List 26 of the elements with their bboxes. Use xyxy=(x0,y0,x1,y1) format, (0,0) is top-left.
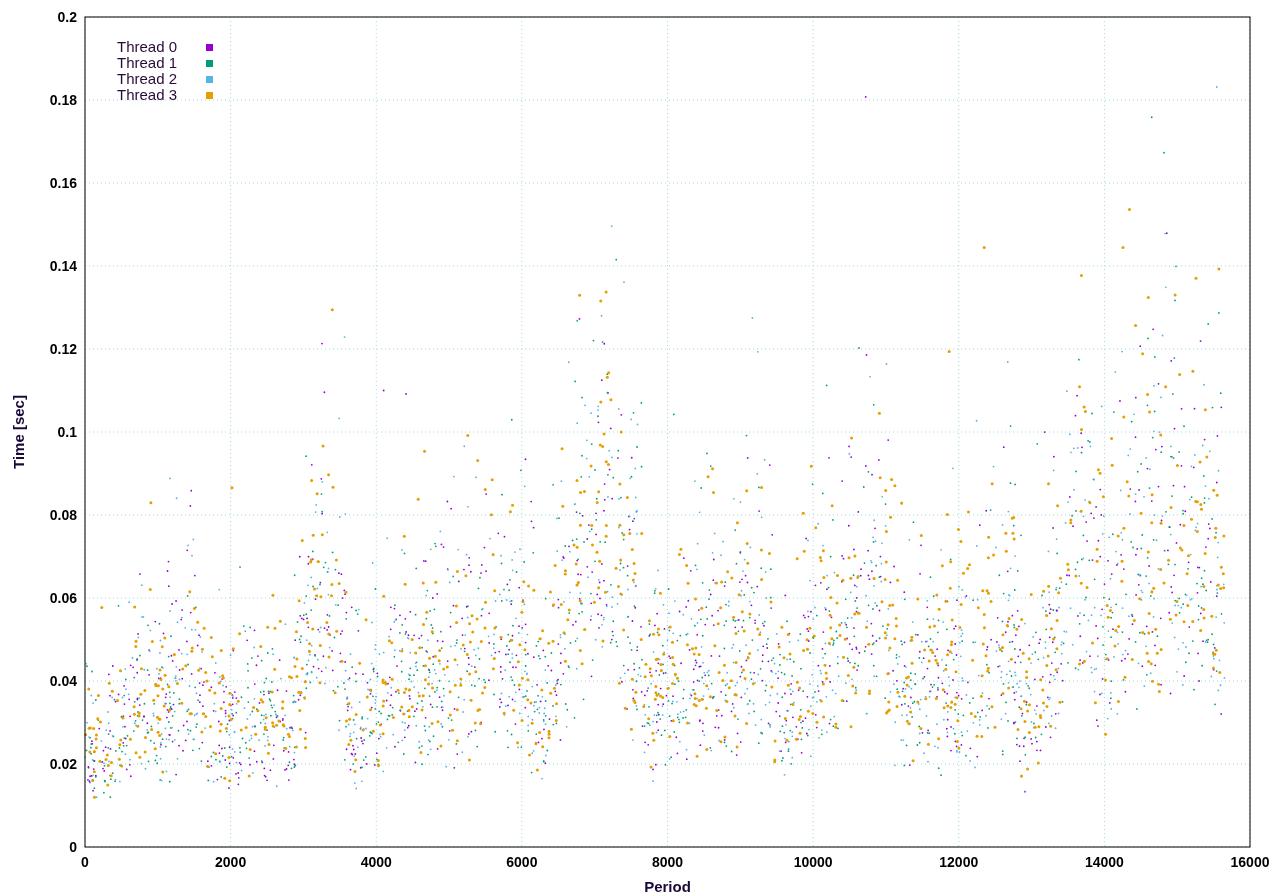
tick-label: 0.08 xyxy=(49,507,77,523)
tick-label: 0.06 xyxy=(49,590,77,606)
axis-title: Period xyxy=(644,878,691,895)
tick-label: 4000 xyxy=(360,854,392,870)
tick-label: 6000 xyxy=(506,854,538,870)
tick-label: 14000 xyxy=(1084,854,1124,870)
tick-label: 0.02 xyxy=(49,756,77,772)
tick-label: 8000 xyxy=(651,854,684,870)
tick-label: 0.2 xyxy=(57,9,77,25)
axis-title: Time [sec] xyxy=(10,395,27,469)
legend-label: Thread 3 xyxy=(117,86,178,103)
tick-label: 10000 xyxy=(793,854,833,870)
legend-label: Thread 2 xyxy=(117,70,178,87)
tick-label: 0.18 xyxy=(49,92,77,108)
legend-label: Thread 1 xyxy=(117,54,178,71)
tick-label: 0.16 xyxy=(49,175,77,191)
tick-label: 0.04 xyxy=(49,673,77,689)
tick-label: 16000 xyxy=(1230,854,1270,870)
tick-label: 2000 xyxy=(215,854,247,870)
tick-label: 0.12 xyxy=(49,341,77,357)
tick-label: 0.1 xyxy=(57,424,77,440)
tick-label: 12000 xyxy=(939,854,979,870)
legend-label: Thread 0 xyxy=(117,38,178,55)
tick-label: 0.14 xyxy=(49,258,77,274)
tick-label: 0 xyxy=(69,839,77,855)
tick-label: 0 xyxy=(81,854,89,870)
